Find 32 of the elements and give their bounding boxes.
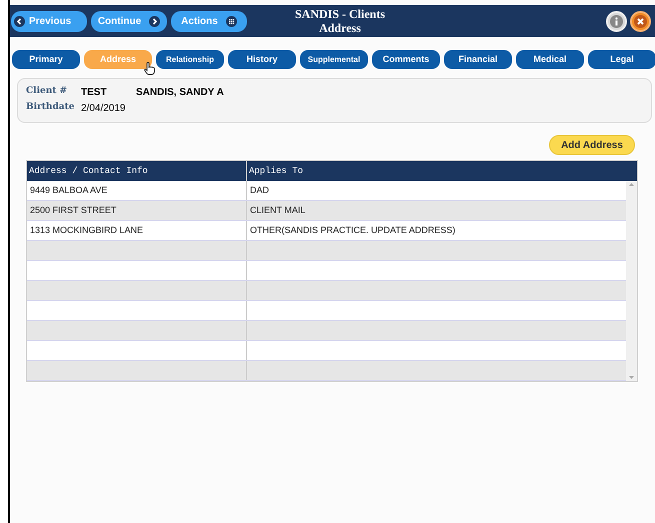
scroll-down-icon (629, 376, 634, 379)
close-icon (634, 14, 647, 28)
tab[interactable]: History (228, 50, 296, 69)
tab[interactable]: Relationship (156, 50, 224, 69)
tab[interactable]: Financial (444, 50, 512, 69)
tab[interactable]: Medical (516, 50, 584, 69)
table-cell-text: CLIENT MAIL (249, 204, 306, 217)
scrollbar[interactable] (626, 181, 637, 381)
tab[interactable]: Primary (12, 50, 80, 69)
grid-icon (226, 16, 237, 26)
info-button[interactable] (606, 10, 627, 32)
window-title: SANDIS - Clients (294, 7, 385, 21)
close-button[interactable] (630, 10, 651, 32)
client-number: TEST (81, 86, 108, 100)
tab[interactable]: Legal (588, 50, 655, 69)
table-cell-text: OTHER(SANDIS PRACTICE. UPDATE ADDRESS) (249, 224, 456, 237)
table-cell-text: DAD (249, 184, 270, 197)
hand-cursor-icon (144, 62, 155, 75)
client-name: SANDIS, SANDY A (136, 86, 224, 100)
column-header: Applies To (248, 165, 304, 178)
tab[interactable]: Comments (372, 50, 440, 69)
field-label: Birthdate (26, 101, 76, 114)
add-address-button[interactable]: Add Address (549, 135, 635, 155)
field-label: Client # (26, 85, 68, 98)
birthdate-value: 2/04/2019 (81, 102, 126, 116)
table-cell: 2500 FIRST STREET (27, 201, 247, 220)
table-cell: 1313 MOCKINGBIRD LANE (27, 221, 247, 240)
info-icon (610, 14, 623, 28)
tab[interactable]: Supplemental (300, 50, 368, 69)
window-subtitle: Address (319, 21, 361, 35)
scroll-up-icon (629, 183, 634, 186)
table-cell: 9449 BALBOA AVE (27, 181, 247, 200)
